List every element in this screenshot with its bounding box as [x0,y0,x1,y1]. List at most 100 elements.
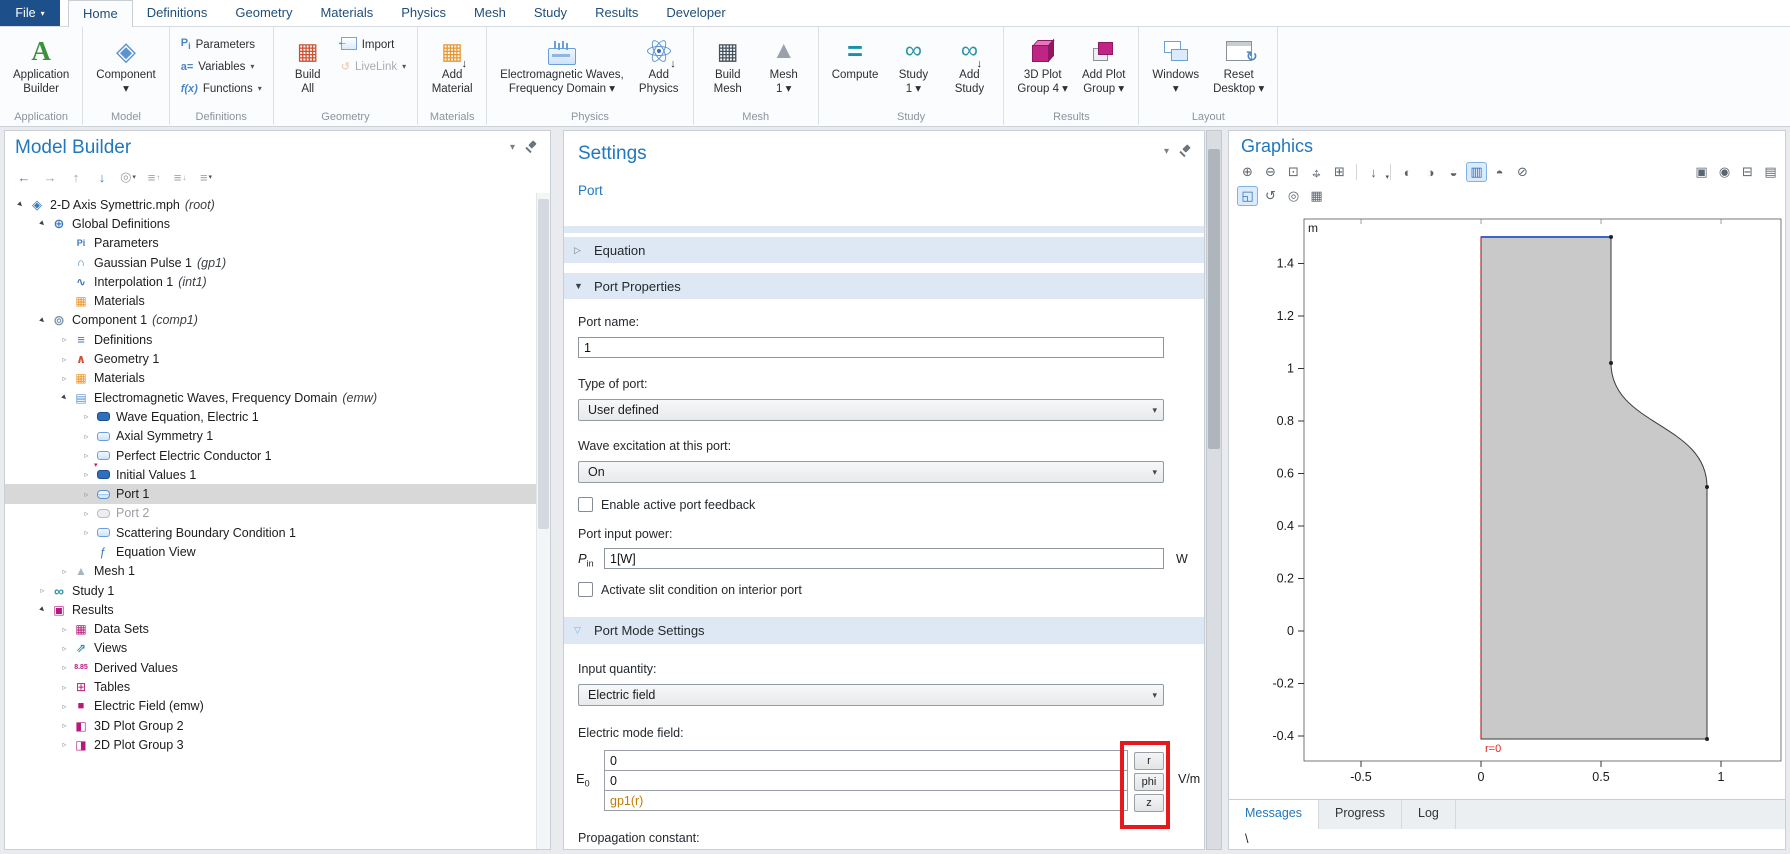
camera-icon[interactable]: ◎ [1283,186,1304,206]
tree-item-global-definitions[interactable]: ▸⊕Global Definitions [5,214,536,233]
reset-desktop-button[interactable]: ↻ResetDesktop ▾ [1209,30,1268,96]
expand-arrow[interactable]: ▸ [33,215,51,233]
section-equation[interactable]: ▷ Equation [564,237,1204,263]
tab-physics[interactable]: Physics [387,0,460,26]
functions-button[interactable]: f(x)Functions▾ [179,79,264,98]
tree-item-interpolation-1[interactable]: ∿Interpolation 1(int1) [5,272,536,291]
input-quantity-select[interactable]: Electric field▾ [578,684,1164,706]
tree-item-axial-symmetry-1[interactable]: ▹Axial Symmetry 1 [5,427,536,446]
tree-item-study-1[interactable]: ▹∞Study 1 [5,581,536,600]
expand-arrow[interactable]: ▹ [79,432,94,441]
tree-item-materials[interactable]: ▹▦Materials [5,369,536,388]
expand-arrow[interactable]: ▹ [79,451,94,460]
transparency-icon[interactable]: ◒ [1443,162,1464,182]
view-direction-icon[interactable]: ↓▾ [1363,162,1384,182]
reset-hiding-icon[interactable]: ↺ [1260,186,1281,206]
tree-item-electric-field-emw-[interactable]: ▹■Electric Field (emw) [5,697,536,716]
zoom-out-icon[interactable]: ⊖ [1260,162,1281,182]
tree-item-parameters[interactable]: PiParameters [5,234,536,253]
tab-progress[interactable]: Progress [1319,800,1402,830]
add-plot-group-button[interactable]: Add PlotGroup ▾ [1078,30,1129,96]
surface-render-icon[interactable]: ▥ [1466,162,1487,182]
tree-item-scattering-boundary-condition-1[interactable]: ▹Scattering Boundary Condition 1 [5,523,536,542]
tab-log[interactable]: Log [1402,800,1456,830]
application-builder-button[interactable]: AApplicationBuilder [9,30,73,96]
build-all-button[interactable]: ▦BuildAll [283,30,333,96]
expand-arrow[interactable]: ▹ [79,470,94,479]
tab-study[interactable]: Study [520,0,581,26]
expand-arrow[interactable]: ▹ [57,335,72,344]
port-input-power-input[interactable] [604,548,1164,569]
plot-table-icon[interactable]: ⊟ [1737,162,1758,182]
expand-arrow[interactable]: ▹ [57,702,72,711]
expand-arrow[interactable]: ▹ [57,644,72,653]
tree-item-port-2[interactable]: ▹Port 2 [5,504,536,523]
zoom-in-icon[interactable]: ⊕ [1237,162,1258,182]
expand-arrow[interactable]: ▹ [57,663,72,672]
parameters-button[interactable]: PiParameters [179,35,264,54]
tree-item-wave-equation-electric-1[interactable]: ▹Wave Equation, Electric 1 [5,407,536,426]
expand-arrow[interactable]: ▸ [55,388,73,406]
tree-item-derived-values[interactable]: ▹8.85Derived Values [5,658,536,677]
go-back-icon[interactable]: ← [13,167,35,187]
tab-messages[interactable]: Messages [1229,800,1319,830]
color-theme-icon[interactable]: ◑ [1420,162,1441,182]
electric-mode-field-input-3[interactable] [604,790,1128,811]
pin-icon[interactable] [1179,145,1192,158]
windows-button[interactable]: Windows▾ [1148,30,1203,96]
tree-item-equation-view[interactable]: ƒEquation View [5,542,536,561]
electromagnetic-waves-frequency-domain-button[interactable]: Electromagnetic Waves,Frequency Domain ▾ [496,30,628,96]
tab-home[interactable]: Home [68,0,133,27]
tree-item-mesh-1[interactable]: ▹▲Mesh 1 [5,562,536,581]
tree-item-2d-plot-group-3[interactable]: ▹◨2D Plot Group 3 [5,735,536,754]
expand-arrow[interactable]: ▹ [57,625,72,634]
add-study-button[interactable]: ∞↓AddStudy [944,30,994,96]
tree-item-tables[interactable]: ▹⊞Tables [5,677,536,696]
section-port-properties[interactable]: ▼ Port Properties [564,273,1204,299]
tree-item-component-1[interactable]: ▸⊚Component 1(comp1) [5,311,536,330]
settings-scrollbar[interactable] [1206,130,1222,850]
scene-light-icon[interactable]: ◐ [1397,162,1418,182]
mesh-1-button[interactable]: ▲Mesh1 ▾ [759,30,809,96]
zoom-extents-icon[interactable]: ⊡ [1283,162,1304,182]
expand-arrow[interactable]: ▸ [11,195,29,213]
move-up-icon[interactable]: ↑ [65,167,87,187]
expand-arrow[interactable]: ▹ [57,567,72,576]
tab-definitions[interactable]: Definitions [133,0,222,26]
tree-item-results[interactable]: ▸▣Results [5,600,536,619]
expand-arrow[interactable]: ▹ [57,740,72,749]
show-options-icon[interactable]: ◎▾ [117,167,139,187]
tree-item-definitions[interactable]: ▹≡Definitions [5,330,536,349]
activate-slit-condition-checkbox[interactable] [578,582,593,597]
plot-area[interactable]: 1.41.210.80.60.40.20-0.2-0.4-0.500.51mr=… [1229,211,1787,787]
tree-item-gaussian-pulse-1[interactable]: ∩Gaussian Pulse 1(gp1) [5,253,536,272]
tab-developer[interactable]: Developer [652,0,739,26]
add-material-button[interactable]: ▦↓AddMaterial [427,30,477,96]
node-group-icon[interactable]: ≡▾ [195,167,217,187]
tree-item-initial-values-1[interactable]: ▹Initial Values 1 [5,465,536,484]
go-forward-icon[interactable]: → [39,167,61,187]
tree-item-data-sets[interactable]: ▹▦Data Sets [5,620,536,639]
expand-arrow[interactable]: ▹ [57,721,72,730]
tab-mesh[interactable]: Mesh [460,0,520,26]
3d-plot-group-4-button[interactable]: 3D PlotGroup 4 ▾ [1013,30,1072,96]
type-of-port-select[interactable]: User defined▾ [578,399,1164,421]
tab-materials[interactable]: Materials [306,0,387,26]
port-name-input[interactable] [578,337,1164,358]
tree-item-materials[interactable]: ▦Materials [5,291,536,310]
component-button[interactable]: ◈Component▾ [92,30,159,96]
electric-mode-field-input-1[interactable] [604,750,1128,771]
section-port-mode-settings[interactable]: ▽ Port Mode Settings [564,617,1204,644]
model-builder-scrollbar[interactable] [536,193,550,849]
tree-item-perfect-electric-conductor-1[interactable]: ▹Perfect Electric Conductor 1 [5,446,536,465]
move-down-icon[interactable]: ↓ [91,167,113,187]
print-icon[interactable]: ▦ [1306,186,1327,206]
wireframe-render-icon[interactable]: ◓ [1489,162,1510,182]
wave-excitation-select[interactable]: On▾ [578,461,1164,483]
tree-item-port-1[interactable]: ▹Port 1 [5,484,536,503]
expand-arrow[interactable]: ▹ [57,355,72,364]
tree-item-3d-plot-group-2[interactable]: ▹◧3D Plot Group 2 [5,716,536,735]
export-image-icon[interactable]: ▤ [1760,162,1781,182]
animation-icon[interactable]: ◉ [1714,162,1735,182]
electric-mode-field-input-2[interactable] [604,770,1128,791]
